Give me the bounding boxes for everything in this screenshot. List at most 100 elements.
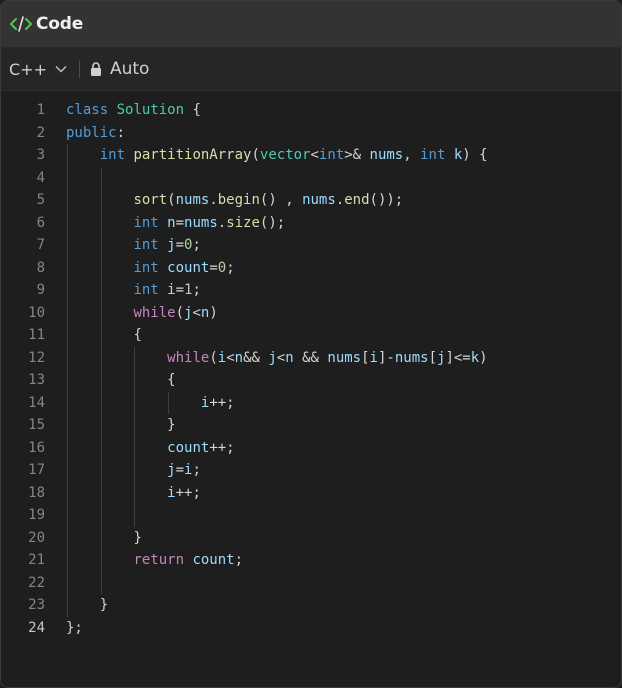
code-token: size [226, 214, 260, 231]
indent-guide [134, 459, 136, 482]
code-line[interactable]: 18 i++; [1, 481, 621, 505]
language-select[interactable]: C++ [9, 60, 67, 79]
code-token: } [167, 417, 176, 433]
indent-guide [67, 414, 68, 437]
code-line[interactable]: 12 while(i<n&& j<n && nums[i]-nums[j]<=k) [1, 346, 621, 370]
code-token: ) [209, 304, 218, 321]
indent-guide [67, 549, 68, 572]
code-text: while(i<n&& j<n && nums[i]-nums[j]<=k) [167, 347, 487, 370]
code-line[interactable]: 19 [1, 504, 621, 527]
code-token: >& [344, 147, 370, 163]
code-line[interactable]: 20} [1, 526, 621, 550]
code-token: partitionArray [133, 147, 252, 163]
code-token: }; [66, 619, 83, 636]
code-line[interactable]: 10 while(j<n) [1, 301, 621, 324]
code-token: [ [361, 349, 370, 366]
code-text: i++; [167, 482, 201, 505]
code-token: nums [369, 147, 404, 163]
line-number: 2 [36, 124, 45, 141]
line-number: 24 [28, 619, 45, 636]
code-token: j [167, 237, 176, 253]
code-token: ( [209, 349, 218, 366]
code-token: nums [184, 214, 218, 231]
code-line[interactable]: 8 int count=0; [1, 256, 621, 279]
code-token: } [99, 597, 109, 613]
indent-guide [67, 189, 68, 212]
code-text: int j=0; [133, 234, 200, 257]
code-line[interactable]: 23} [1, 594, 621, 617]
code-token: 0 [217, 259, 227, 276]
code-token: ()); [369, 192, 404, 208]
indent-guide [100, 414, 102, 437]
indent-guide [67, 594, 68, 617]
code-line[interactable]: 14 i++; [1, 391, 621, 415]
code-text: public: [66, 122, 125, 145]
code-line[interactable]: 6 int n=nums.size(); [1, 211, 621, 234]
panel-header: Code [1, 1, 621, 48]
code-line[interactable]: 2 public: [1, 122, 621, 145]
code-token: = [175, 237, 185, 253]
line-number: 11 [28, 327, 45, 343]
code-token: n [167, 214, 176, 231]
indent-guide [100, 549, 102, 572]
code-line[interactable]: 9 int i=1; [1, 279, 621, 302]
code-line[interactable]: 24}; [1, 617, 621, 640]
panel-title: Code [36, 14, 84, 34]
code-token: [ [428, 349, 437, 366]
code-line[interactable]: 17 j=i; [1, 459, 621, 482]
indent-guide [67, 279, 68, 302]
code-line[interactable]: 22 [1, 571, 621, 594]
code-token: ) { [462, 147, 488, 163]
code-text: }; [66, 617, 83, 640]
code-text: } [133, 527, 141, 550]
code-line[interactable]: 1 class Solution { [1, 99, 621, 122]
code-line[interactable]: 16 count++; [1, 436, 621, 459]
code-line[interactable]: 21 return count; [1, 549, 621, 572]
code-token: i [167, 282, 176, 298]
code-token: } [133, 529, 142, 546]
language-label: C++ [9, 59, 47, 79]
code-token: ; [192, 282, 201, 298]
code-token: end [344, 192, 370, 208]
indent-guide [67, 234, 68, 257]
code-line[interactable]: 3 int partitionArray(vector<int>& nums, i… [1, 144, 621, 167]
line-number: 4 [36, 169, 45, 186]
code-token: Solution [116, 102, 185, 118]
code-token: return [133, 552, 185, 568]
code-token: : [116, 124, 126, 141]
indent-guide [100, 459, 102, 482]
line-number: 6 [36, 214, 45, 231]
indent-guide [100, 279, 102, 302]
code-line[interactable]: 5 sort(nums.begin() , nums.end()); [1, 189, 621, 212]
code-token: < [226, 349, 235, 366]
code-line[interactable]: 13 { [1, 369, 621, 392]
code-token: ( [175, 304, 185, 321]
code-text: { [133, 324, 141, 347]
code-token: && [243, 349, 269, 366]
indent-guide [100, 346, 102, 369]
code-icon [9, 14, 33, 34]
indent-guide [67, 301, 68, 324]
code-line[interactable]: 4 [1, 166, 621, 189]
line-number: 21 [28, 552, 45, 568]
code-line[interactable]: 7 int j=0; [1, 234, 621, 257]
line-number: 12 [28, 349, 45, 366]
code-token: count [192, 552, 235, 568]
code-editor[interactable]: 1 class Solution { 2 public: 3 int partitionA… [1, 93, 621, 687]
code-token: nums [394, 349, 429, 366]
code-token: ++; [209, 439, 235, 456]
indent-guide [67, 436, 68, 459]
code-token: int [318, 147, 345, 163]
line-number: 3 [36, 147, 45, 163]
code-text: i++; [201, 392, 235, 415]
code-line[interactable]: 11 { [1, 324, 621, 347]
code-token: k [470, 349, 480, 366]
indent-guide [100, 526, 102, 549]
code-line[interactable]: 15} [1, 414, 621, 437]
auto-mode-toggle[interactable]: Auto [90, 59, 149, 79]
line-number: 18 [28, 484, 45, 501]
